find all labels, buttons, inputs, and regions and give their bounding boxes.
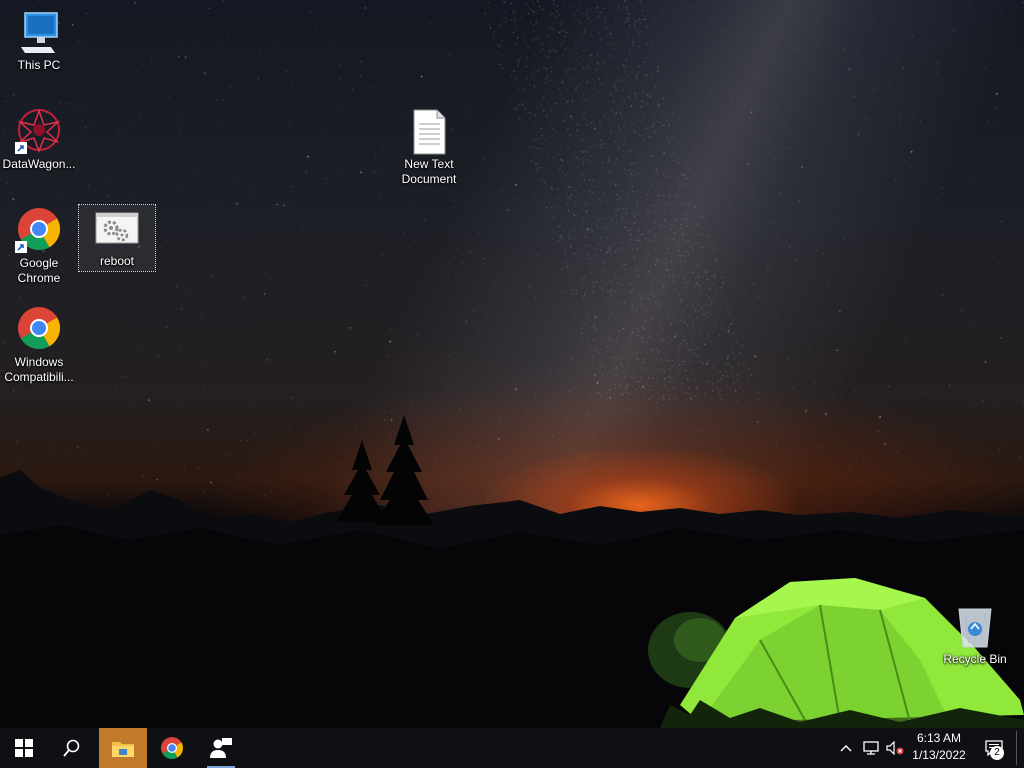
- datawagon-star-icon: [15, 108, 63, 156]
- show-hidden-icons-button[interactable]: [837, 728, 855, 768]
- this-pc-desktop-icon[interactable]: This PC: [1, 9, 77, 73]
- volume-muted-icon: [886, 741, 904, 755]
- chrome-icon: [15, 306, 63, 354]
- text-document-icon: [405, 108, 453, 156]
- clock-time: 6:13 AM: [916, 731, 962, 745]
- google-chrome-desktop-icon[interactable]: Google Chrome: [1, 207, 77, 286]
- new-text-document-desktop-icon[interactable]: New Text Document: [391, 108, 467, 187]
- datawagon-desktop-icon[interactable]: DataWagon...: [1, 108, 77, 172]
- landscape-silhouette: [0, 415, 1024, 728]
- file-explorer-taskbar-button[interactable]: [99, 728, 147, 768]
- network-button[interactable]: [860, 728, 882, 768]
- network-icon: [863, 741, 879, 755]
- people-icon: [210, 738, 232, 758]
- shortcut-arrow-icon: [15, 241, 27, 253]
- windows-compatibility-desktop-icon[interactable]: Windows Compatibili...: [1, 306, 77, 385]
- windows-start-icon: [15, 739, 33, 757]
- taskbar: 6:13 AM 1/13/2022: [0, 728, 1024, 768]
- notification-count-badge: 2: [990, 746, 1004, 760]
- people-taskbar-button[interactable]: [201, 728, 241, 768]
- clock-date: 1/13/2022: [912, 748, 966, 762]
- volume-button[interactable]: [884, 728, 906, 768]
- recycle-bin-desktop-icon[interactable]: Recycle Bin: [937, 603, 1013, 667]
- shortcut-arrow-icon: [15, 142, 27, 154]
- chrome-icon: [161, 737, 183, 759]
- clock[interactable]: 6:13 AM 1/13/2022: [906, 730, 972, 764]
- start-button[interactable]: [0, 728, 48, 768]
- desktop-wallpaper: This PC DataWagon... Google Chrome Windo…: [0, 0, 1024, 728]
- chrome-taskbar-button[interactable]: [150, 728, 194, 768]
- reboot-desktop-icon[interactable]: reboot: [78, 204, 156, 272]
- search-button[interactable]: [48, 728, 96, 768]
- show-desktop-button[interactable]: [1016, 731, 1024, 765]
- search-icon: [63, 739, 80, 757]
- computer-icon: [15, 9, 63, 57]
- recycle-bin-icon: [951, 603, 999, 651]
- chrome-icon: [15, 207, 63, 255]
- batch-file-gears-icon: [93, 211, 141, 259]
- chevron-up-icon: [840, 745, 852, 752]
- file-explorer-icon: [112, 742, 134, 757]
